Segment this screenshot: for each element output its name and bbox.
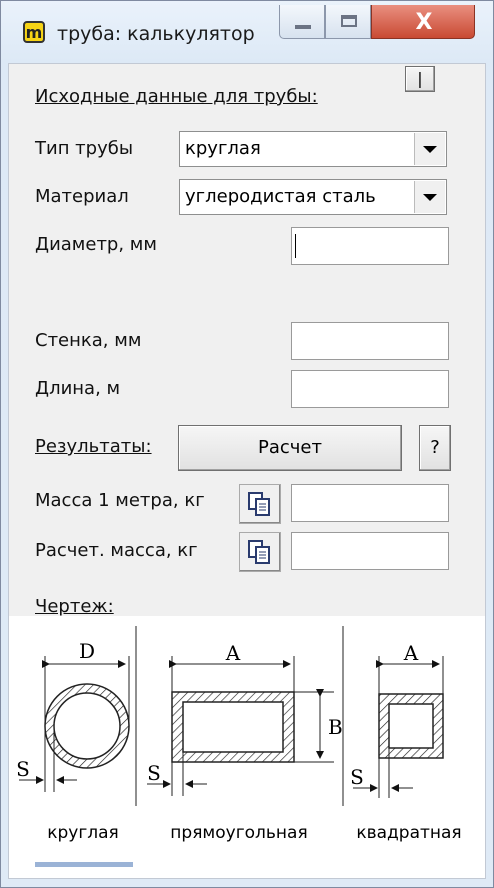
title-bar[interactable]: m труба: калькулятор X [1, 1, 493, 63]
minimize-icon [295, 25, 311, 29]
close-icon: X [415, 10, 433, 35]
pipe-type-value: круглая [185, 138, 261, 159]
results-heading: Результаты: [35, 436, 152, 457]
copy-icon [248, 492, 270, 516]
dim-a-label: A [403, 641, 419, 665]
maximize-icon [341, 15, 357, 27]
dropdown-arrow-icon[interactable] [414, 133, 445, 165]
dim-s-label: S [350, 765, 364, 789]
pipe-type-select[interactable]: круглая [179, 131, 447, 167]
length-input[interactable] [291, 370, 449, 408]
dropdown-arrow-icon[interactable] [414, 181, 445, 213]
app-window: m труба: калькулятор X Исходные данные д… [0, 0, 494, 888]
mass-per-meter-output[interactable] [291, 484, 449, 522]
window-title: труба: калькулятор [57, 23, 255, 45]
material-select[interactable]: углеродистая сталь [179, 179, 447, 215]
square-caption: квадратная [356, 823, 461, 843]
pipe-drawings: D S A B S A S круглая прямоугольная квад… [16, 626, 462, 843]
material-label: Материал [35, 186, 129, 207]
copy-calc-mass-button[interactable] [239, 532, 281, 572]
app-icon: m [23, 21, 45, 43]
round-caption: круглая [47, 823, 119, 843]
copy-icon [248, 540, 270, 564]
wall-input[interactable] [291, 322, 449, 360]
copy-mass-button[interactable] [239, 484, 281, 524]
text-caret [295, 234, 296, 258]
diameter-input[interactable] [291, 227, 449, 265]
calc-mass-output[interactable] [291, 532, 449, 570]
rect-pipe-drawing [147, 656, 334, 796]
calc-mass-label: Расчет. масса, кг [35, 540, 198, 561]
help-button[interactable]: ? [419, 425, 451, 471]
minimize-button[interactable] [279, 5, 325, 39]
dim-s-label: S [147, 761, 161, 785]
maximize-button[interactable] [325, 5, 371, 39]
wall-label: Стенка, мм [35, 330, 142, 351]
calculate-button[interactable]: Расчет [178, 425, 402, 471]
form-client-area: Исходные данные для трубы: | Тип трубы к… [8, 63, 486, 879]
dim-a-label: A [225, 641, 241, 665]
length-label: Длина, м [35, 378, 121, 399]
pipe-type-label: Тип трубы [35, 138, 134, 159]
close-button[interactable]: X [371, 5, 475, 39]
dim-d-label: D [79, 639, 95, 663]
mass-per-meter-label: Масса 1 метра, кг [35, 490, 205, 511]
input-section-heading: Исходные данные для трубы: [35, 86, 318, 107]
square-pipe-drawing [353, 656, 444, 798]
dim-s-label: S [16, 757, 30, 781]
drawing-heading: Чертеж: [35, 596, 114, 617]
dim-b-label: B [328, 715, 343, 739]
material-value: углеродистая сталь [185, 186, 376, 207]
diameter-label: Диаметр, мм [35, 234, 157, 255]
horizontal-scrollbar[interactable] [35, 862, 133, 867]
drawing-panel: D S A B S A S круглая прямоугольная квад… [9, 616, 485, 878]
round-pipe-drawing [19, 656, 130, 792]
rect-caption: прямоугольная [170, 823, 307, 843]
small-toggle-button[interactable]: | [405, 66, 435, 92]
